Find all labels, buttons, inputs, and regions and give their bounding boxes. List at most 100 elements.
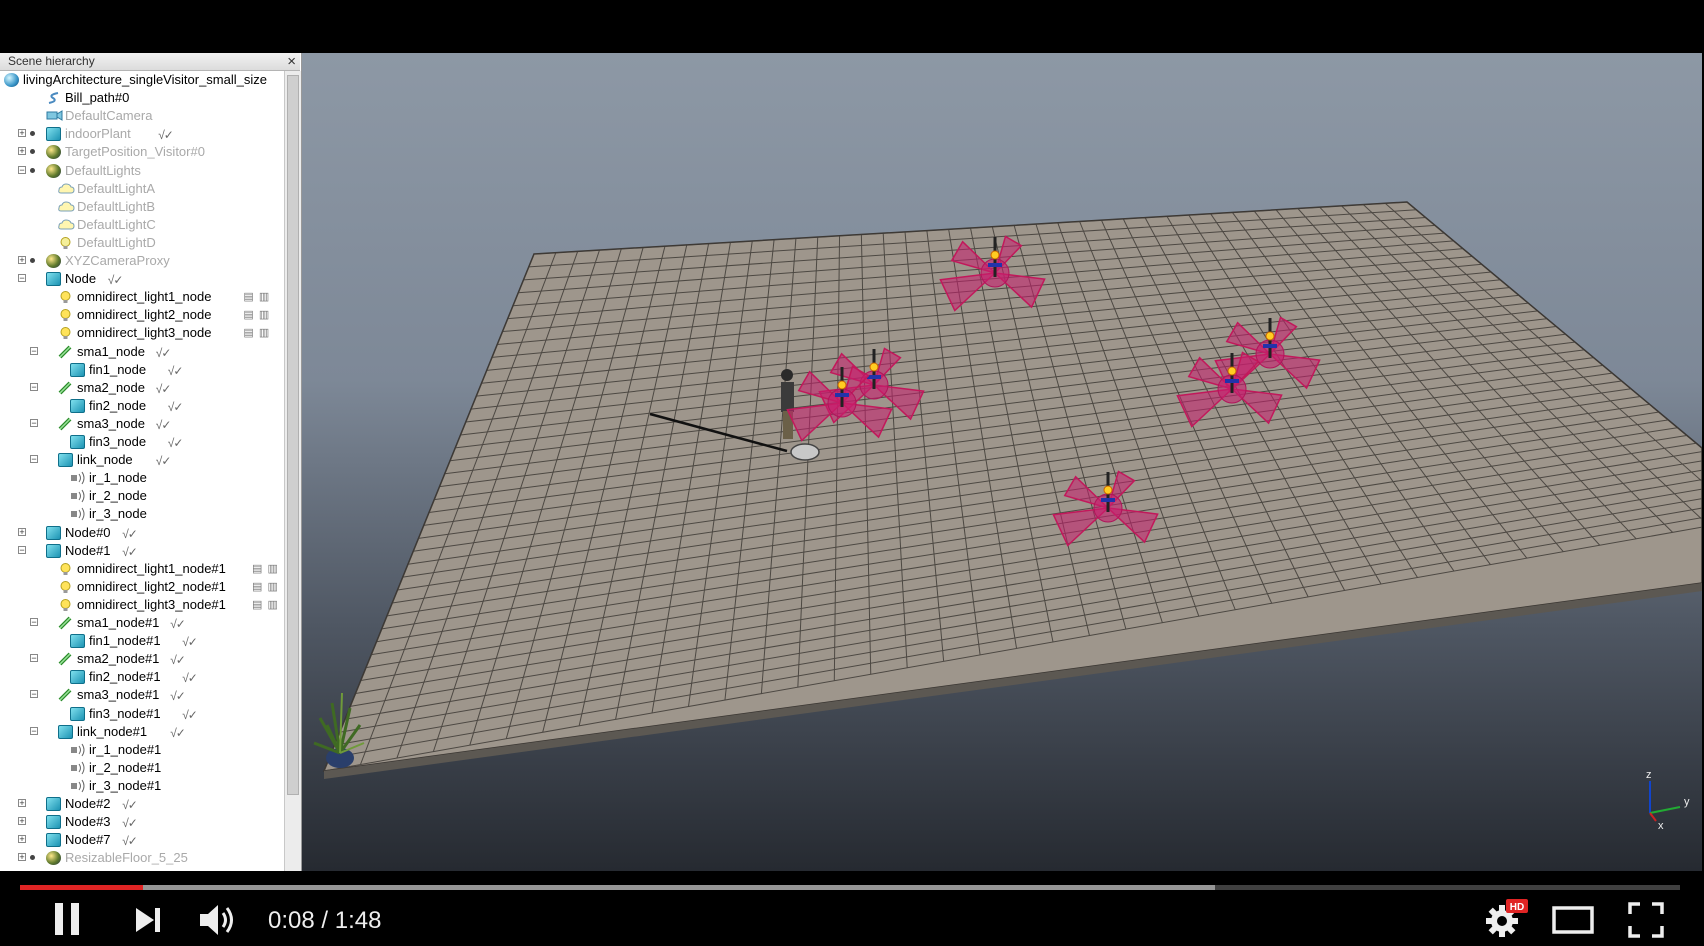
tree-item[interactable]: + Node#2 √✓	[0, 795, 284, 813]
collapse-icon[interactable]: −	[18, 165, 26, 174]
node-flags-icon[interactable]: √✓	[170, 615, 186, 633]
tree-item[interactable]: − sma3_node#1 √✓	[0, 686, 284, 704]
tree-item[interactable]: − sma2_node#1 √✓	[0, 650, 284, 668]
tree-item[interactable]: omnidirect_light3_node ▤ ▥	[0, 324, 284, 342]
tree-item[interactable]: ir_2_node	[0, 487, 284, 505]
tree-item[interactable]: − sma3_node √✓	[0, 415, 284, 433]
tree-item[interactable]: − link_node √✓	[0, 451, 284, 469]
tree-item[interactable]: DefaultLightA	[0, 180, 284, 198]
tree-item[interactable]: omnidirect_light1_node ▤ ▥	[0, 288, 284, 306]
fullscreen-icon[interactable]	[1628, 902, 1664, 943]
tree-item[interactable]: ir_3_node	[0, 505, 284, 523]
3d-viewport[interactable]: z y x	[302, 53, 1702, 871]
tree-item[interactable]: fin3_node √✓	[0, 433, 284, 451]
tree-item[interactable]: + XYZCameraProxy	[0, 252, 284, 270]
node-flags-icon[interactable]: √✓	[122, 832, 138, 850]
light-options-icon[interactable]: ▤ ▥	[252, 581, 279, 593]
visibility-dot-icon[interactable]	[30, 855, 35, 861]
tree-item[interactable]: omnidirect_light3_node#1 ▤ ▥	[0, 596, 284, 614]
tree-item[interactable]: ir_1_node#1	[0, 741, 284, 759]
settings-icon[interactable]: HD	[1484, 899, 1528, 944]
tree-item[interactable]: − Node √✓	[0, 270, 284, 288]
node-flags-icon[interactable]: √✓	[122, 814, 138, 832]
visibility-dot-icon[interactable]	[30, 149, 35, 155]
node-flags-icon[interactable]: √✓	[168, 398, 184, 416]
video-player[interactable]: z y x Scene hierarchy × livingArchitectu…	[0, 0, 1704, 946]
collapse-icon[interactable]: −	[18, 274, 26, 283]
tree-item[interactable]: − Node#1 √✓	[0, 542, 284, 560]
light-options-icon[interactable]: ▤ ▥	[243, 291, 270, 303]
tree-item[interactable]: DefaultLightB	[0, 198, 284, 216]
node-flags-icon[interactable]: √✓	[168, 362, 184, 380]
tree-item[interactable]: fin2_node √✓	[0, 397, 284, 415]
expand-icon[interactable]: +	[18, 799, 26, 808]
expand-icon[interactable]: +	[18, 835, 26, 844]
tree-item[interactable]: + Node#7 √✓	[0, 831, 284, 849]
progress-bar[interactable]	[20, 885, 1680, 890]
node-flags-icon[interactable]: √✓	[108, 271, 124, 289]
node-flags-icon[interactable]: √✓	[156, 452, 172, 470]
tree-item[interactable]: fin1_node √✓	[0, 361, 284, 379]
collapse-icon[interactable]: −	[30, 690, 38, 699]
tree-item[interactable]: − sma2_node √✓	[0, 379, 284, 397]
tree-item[interactable]: − link_node#1 √✓	[0, 723, 284, 741]
collapse-icon[interactable]: −	[30, 654, 38, 663]
tree-item[interactable]: + indoorPlant √✓	[0, 125, 284, 143]
light-options-icon[interactable]: ▤ ▥	[252, 599, 279, 611]
collapse-icon[interactable]: −	[30, 382, 38, 391]
node-flags-icon[interactable]: √✓	[122, 525, 138, 543]
light-options-icon[interactable]: ▤ ▥	[243, 327, 270, 339]
tree-item[interactable]: omnidirect_light2_node#1 ▤ ▥	[0, 578, 284, 596]
node-flags-icon[interactable]: √✓	[182, 633, 198, 651]
tree-item[interactable]: − DefaultLights	[0, 162, 284, 180]
tree-item[interactable]: ir_3_node#1	[0, 777, 284, 795]
close-icon[interactable]: ×	[287, 53, 296, 70]
collapse-icon[interactable]: −	[30, 346, 38, 355]
tree-item[interactable]: + TargetPosition_Visitor#0	[0, 143, 284, 161]
expand-icon[interactable]: +	[18, 129, 26, 138]
expand-icon[interactable]: +	[18, 527, 26, 536]
pause-icon[interactable]	[52, 901, 82, 942]
next-icon[interactable]	[134, 905, 164, 940]
tree-item[interactable]: ir_1_node	[0, 469, 284, 487]
node-flags-icon[interactable]: √✓	[122, 543, 138, 561]
node-flags-icon[interactable]: √✓	[156, 416, 172, 434]
light-options-icon[interactable]: ▤ ▥	[252, 563, 279, 575]
node-flags-icon[interactable]: √✓	[156, 380, 172, 398]
tree-item[interactable]: DefaultLightC	[0, 216, 284, 234]
expand-icon[interactable]: +	[18, 853, 26, 862]
collapse-icon[interactable]: −	[30, 618, 38, 627]
tree-item[interactable]: + Node#3 √✓	[0, 813, 284, 831]
tree-item[interactable]: − sma1_node √✓	[0, 343, 284, 361]
node-flags-icon[interactable]: √✓	[158, 126, 174, 144]
collapse-icon[interactable]: −	[18, 545, 26, 554]
tree-item[interactable]: + Node#0 √✓	[0, 524, 284, 542]
collapse-icon[interactable]: −	[30, 726, 38, 735]
light-options-icon[interactable]: ▤ ▥	[243, 309, 270, 321]
node-flags-icon[interactable]: √✓	[170, 687, 186, 705]
expand-icon[interactable]: +	[18, 256, 26, 265]
node-flags-icon[interactable]: √✓	[170, 724, 186, 742]
tree-item[interactable]: fin1_node#1 √✓	[0, 632, 284, 650]
tree-item[interactable]: fin3_node#1 √✓	[0, 705, 284, 723]
tree-item[interactable]: Bill_path#0	[0, 89, 284, 107]
visibility-dot-icon[interactable]	[30, 167, 35, 173]
node-flags-icon[interactable]: √✓	[156, 344, 172, 362]
node-flags-icon[interactable]: √✓	[170, 651, 186, 669]
tree-item[interactable]: + ResizableFloor_5_25	[0, 849, 284, 867]
tree-item[interactable]: omnidirect_light1_node#1 ▤ ▥	[0, 560, 284, 578]
tree-item[interactable]: DefaultLightD	[0, 234, 284, 252]
expand-icon[interactable]: +	[18, 147, 26, 156]
scrollbar-thumb[interactable]	[287, 75, 299, 795]
node-flags-icon[interactable]: √✓	[122, 796, 138, 814]
collapse-icon[interactable]: −	[30, 455, 38, 464]
tree-item[interactable]: livingArchitecture_singleVisitor_small_s…	[0, 71, 284, 89]
expand-icon[interactable]: +	[18, 817, 26, 826]
tree-item[interactable]: − sma1_node#1 √✓	[0, 614, 284, 632]
visibility-dot-icon[interactable]	[30, 258, 35, 263]
tree-item[interactable]: omnidirect_light2_node ▤ ▥	[0, 306, 284, 324]
tree-scrollbar[interactable]	[284, 71, 301, 871]
tree-item[interactable]: DefaultCamera	[0, 107, 284, 125]
visibility-dot-icon[interactable]	[30, 131, 35, 137]
node-flags-icon[interactable]: √✓	[168, 434, 184, 452]
